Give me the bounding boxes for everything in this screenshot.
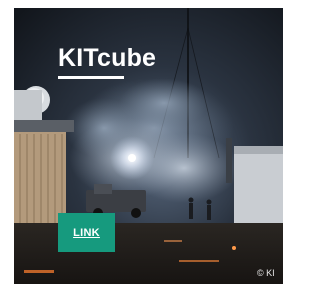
copyright-notice: © KI	[257, 268, 275, 278]
teaser-card[interactable]: KITcube LINK © KI	[14, 8, 283, 284]
teaser-title: KITcube	[58, 44, 157, 72]
link-button-label: LINK	[73, 226, 100, 239]
title-underline	[58, 76, 124, 79]
link-button[interactable]: LINK	[58, 213, 115, 252]
